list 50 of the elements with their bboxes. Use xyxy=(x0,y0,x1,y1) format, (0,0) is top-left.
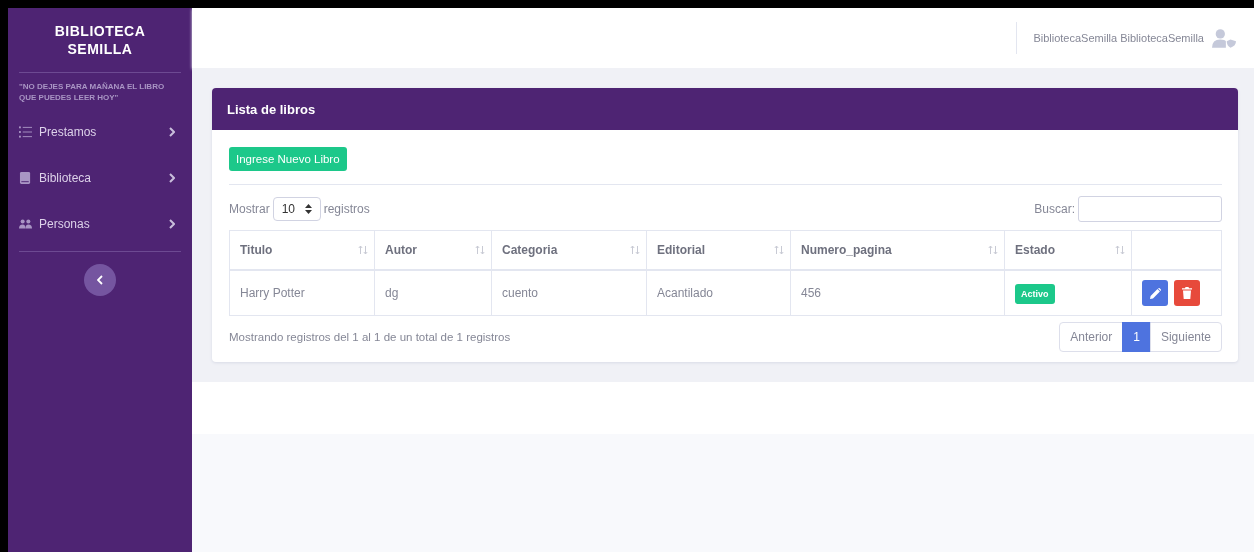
pagination-button[interactable]: 1 xyxy=(1122,322,1151,352)
sidebar-item[interactable]: Prestamos xyxy=(19,109,181,155)
chevron-left-icon xyxy=(97,275,103,285)
sort-icon xyxy=(630,245,640,255)
sidebar-label: Biblioteca xyxy=(39,171,93,185)
card-title: Lista de libros xyxy=(227,101,316,117)
sort-icon xyxy=(475,245,485,255)
sort-icon xyxy=(774,245,784,255)
page-size-select[interactable]: 10 xyxy=(272,197,321,221)
user-name[interactable]: BibliotecaSemilla BibliotecaSemilla xyxy=(1033,32,1204,44)
sidebar-label: Personas xyxy=(39,217,91,231)
chevron-right-icon xyxy=(169,173,175,183)
edit-button[interactable] xyxy=(1142,280,1168,306)
chevron-right-icon xyxy=(169,127,175,137)
trash-icon xyxy=(1182,287,1192,299)
sidebar-label: Prestamos xyxy=(39,125,98,139)
pagination-button[interactable]: Anterior xyxy=(1059,322,1124,352)
delete-button[interactable] xyxy=(1174,280,1200,306)
sort-icon xyxy=(1115,245,1125,255)
book-icon xyxy=(19,172,32,184)
search-label: Buscar: xyxy=(1034,202,1075,216)
table-cell: dg xyxy=(374,270,492,316)
column-header[interactable]: Numero_pagina xyxy=(790,230,1005,270)
search-field[interactable] xyxy=(1078,196,1222,222)
sort-icon xyxy=(358,245,368,255)
sidebar-item[interactable]: Personas xyxy=(19,201,181,247)
column-header[interactable]: Editorial xyxy=(646,230,791,270)
column-header[interactable]: Estado xyxy=(1004,230,1132,270)
column-header[interactable]: Autor xyxy=(374,230,492,270)
sort-caret-icon xyxy=(304,204,312,214)
list-icon xyxy=(19,126,32,138)
column-header[interactable]: Titulo xyxy=(229,230,375,270)
pencil-icon xyxy=(1149,287,1161,299)
chevron-right-icon xyxy=(169,219,175,229)
table-cell: Harry Potter xyxy=(229,270,375,316)
sidebar-toggle-button[interactable] xyxy=(84,264,116,296)
pagination-button[interactable]: Siguiente xyxy=(1149,322,1222,352)
sidebar-item[interactable]: Biblioteca xyxy=(19,155,181,201)
brand-title[interactable]: BIBLIOTECA SEMILLA xyxy=(19,8,181,68)
show-label: Mostrar xyxy=(229,202,270,216)
table-info-text: Mostrando registros del 1 al 1 de un total de 1 registros xyxy=(229,331,511,343)
column-header[interactable]: Categoria xyxy=(491,230,647,270)
motto-text: "NO DEJES PARA MAÑANA EL LIBRO QUE PUEDES LEER HOY" xyxy=(19,81,166,103)
users-icon xyxy=(19,218,32,230)
sort-icon xyxy=(988,245,998,255)
status-badge: Activo xyxy=(1015,284,1055,304)
table-cell: Acantilado xyxy=(646,270,791,316)
table-cell: 456 xyxy=(790,270,1005,316)
records-label: registros xyxy=(323,202,370,216)
table-cell: cuento xyxy=(491,270,647,316)
